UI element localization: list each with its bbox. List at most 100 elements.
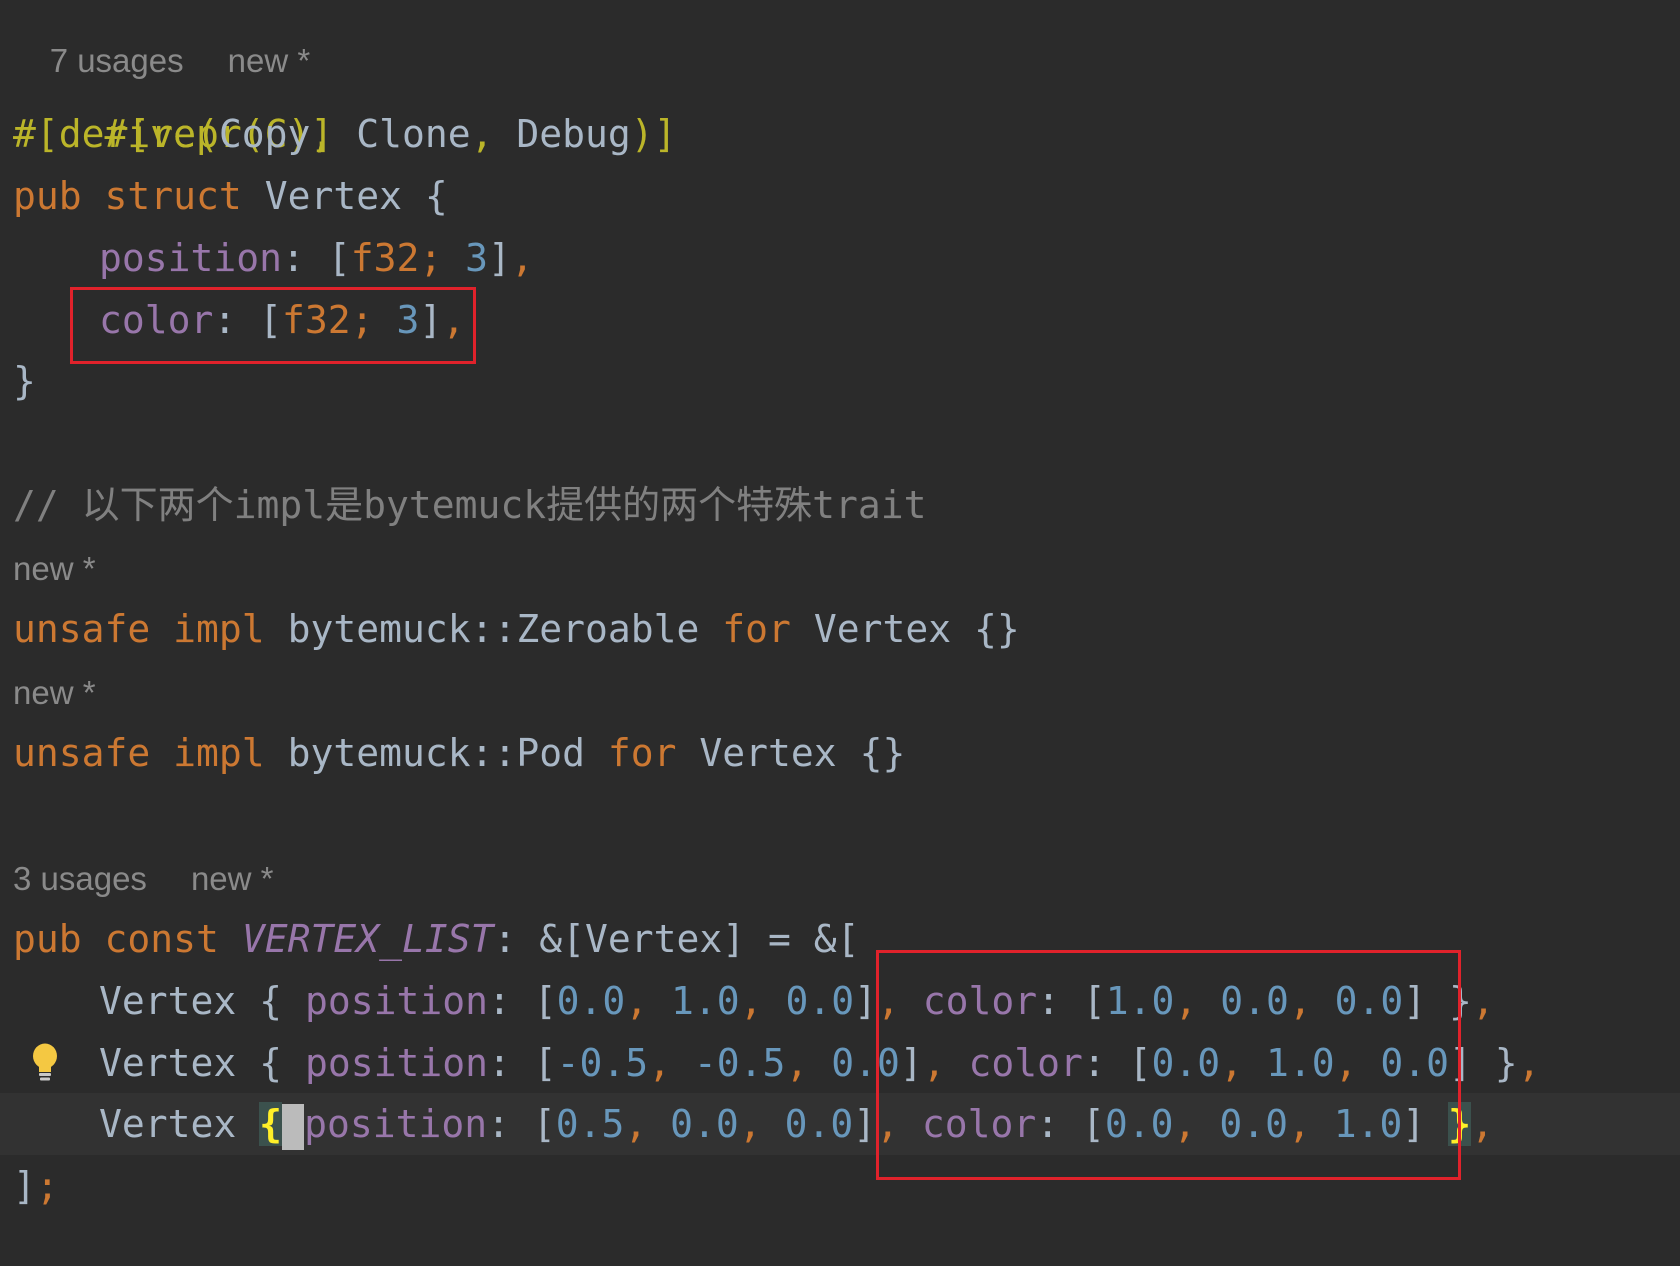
list-close-bracket: ] xyxy=(13,1164,36,1208)
keyword-impl: impl xyxy=(173,607,265,651)
position-y: -0.5 xyxy=(693,1041,786,1085)
code-line-struct-close: } xyxy=(13,350,36,412)
keyword-const: const xyxy=(104,917,219,961)
open-brace: { xyxy=(424,174,448,218)
code-line-list-close: ]; xyxy=(13,1155,59,1217)
bracket-open: [ xyxy=(327,236,351,280)
annotation-box-color-field xyxy=(70,287,476,364)
struct-init[interactable]: Vertex xyxy=(99,979,236,1023)
type-vertex[interactable]: Vertex xyxy=(699,731,836,775)
brace-open: { xyxy=(259,979,283,1023)
bracket-open: [ xyxy=(533,979,557,1023)
derive-attribute-open: #[derive( xyxy=(13,112,219,156)
comma: , xyxy=(739,979,786,1023)
position-x: -0.5 xyxy=(556,1041,649,1085)
field-position[interactable]: position xyxy=(99,236,282,280)
semicolon: ; xyxy=(419,236,466,280)
annotation-box-color-values xyxy=(876,950,1461,1180)
position-z: 0.0 xyxy=(785,979,855,1023)
new-hint[interactable]: new * xyxy=(13,550,96,587)
colon: : xyxy=(487,1041,534,1085)
position-x: 0.5 xyxy=(555,1102,625,1146)
field-position: position xyxy=(304,979,488,1023)
comma: , xyxy=(785,1041,832,1085)
code-line-repr: #[repr(C)] xyxy=(13,41,334,156)
comma: , xyxy=(624,1102,671,1146)
code-line-struct-decl: pub struct Vertex { xyxy=(13,165,448,227)
brace-open: { xyxy=(259,1041,283,1085)
keyword-impl: impl xyxy=(173,731,265,775)
colon: : xyxy=(282,236,328,280)
close-brace: } xyxy=(13,359,36,403)
inlay-hint-struct[interactable]: 7 usages new * xyxy=(13,0,311,79)
usages-hint[interactable]: 3 usages xyxy=(13,860,147,897)
position-z: 0.0 xyxy=(784,1102,854,1146)
brace-open-matched: { xyxy=(259,1102,283,1146)
code-comment: // 以下两个impl是bytemuck提供的两个特殊trait xyxy=(13,483,927,527)
code-line-const-decl: pub const VERTEX_LIST: &[Vertex] = &[ xyxy=(13,908,860,970)
trait-path-pod[interactable]: bytemuck::Pod xyxy=(288,731,585,775)
trailing-comma: , xyxy=(1471,979,1495,1023)
bracket-open: [ xyxy=(532,1102,556,1146)
position-y: 1.0 xyxy=(671,979,740,1023)
inlay-hint-pod[interactable]: new * xyxy=(13,668,96,718)
text-caret[interactable] xyxy=(282,1103,305,1150)
struct-init[interactable]: Vertex xyxy=(99,1041,236,1085)
const-name[interactable]: VERTEX_LIST xyxy=(242,917,494,961)
struct-init[interactable]: Vertex xyxy=(99,1102,236,1146)
code-editor[interactable]: 7 usages new * #[repr(C)] #[derive(Copy, … xyxy=(0,0,1680,1266)
type-f32: f32 xyxy=(350,236,420,280)
code-line-field-position: position: [f32; 3], xyxy=(99,227,534,289)
empty-body: {} xyxy=(859,731,906,775)
type-vertex[interactable]: Vertex xyxy=(814,607,951,651)
array-length: 3 xyxy=(465,236,488,280)
code-line-impl-zeroable: unsafe impl bytemuck::Zeroable for Verte… xyxy=(13,598,1020,660)
trailing-comma: , xyxy=(510,236,534,280)
derive-attribute-close: )] xyxy=(630,112,677,156)
colon: : xyxy=(487,1102,533,1146)
new-hint[interactable]: new * xyxy=(191,860,274,897)
lightbulb-icon[interactable] xyxy=(30,1042,60,1084)
inlay-hint-list[interactable]: 3 usages new * xyxy=(13,854,274,904)
position-y: 0.0 xyxy=(670,1102,739,1146)
keyword-for: for xyxy=(722,607,791,651)
derive-copy: Copy xyxy=(218,112,311,156)
bracket-close: ] xyxy=(853,1102,877,1146)
brace-close: } xyxy=(1471,1041,1518,1085)
derive-comma: , xyxy=(310,112,357,156)
comma: , xyxy=(648,1041,694,1085)
keyword-unsafe: unsafe xyxy=(13,731,151,775)
derive-debug: Debug xyxy=(516,112,631,156)
const-type: : &[Vertex] = &[ xyxy=(493,917,860,961)
inlay-hint-zeroable[interactable]: new * xyxy=(13,544,96,594)
keyword-unsafe: unsafe xyxy=(13,607,151,651)
trailing-comma: , xyxy=(1517,1041,1541,1085)
bracket-open: [ xyxy=(533,1041,557,1085)
colon: : xyxy=(487,979,534,1023)
comma: , xyxy=(625,979,672,1023)
trailing-comma: , xyxy=(1471,1102,1494,1146)
new-hint[interactable]: new * xyxy=(13,674,96,711)
code-line-impl-pod: unsafe impl bytemuck::Pod for Vertex {} xyxy=(13,722,905,784)
trait-path-zeroable[interactable]: bytemuck::Zeroable xyxy=(288,607,700,651)
field-position: position xyxy=(304,1041,488,1085)
derive-clone: Clone xyxy=(356,112,471,156)
bracket-close: ] xyxy=(487,236,511,280)
struct-name[interactable]: Vertex xyxy=(265,174,402,218)
